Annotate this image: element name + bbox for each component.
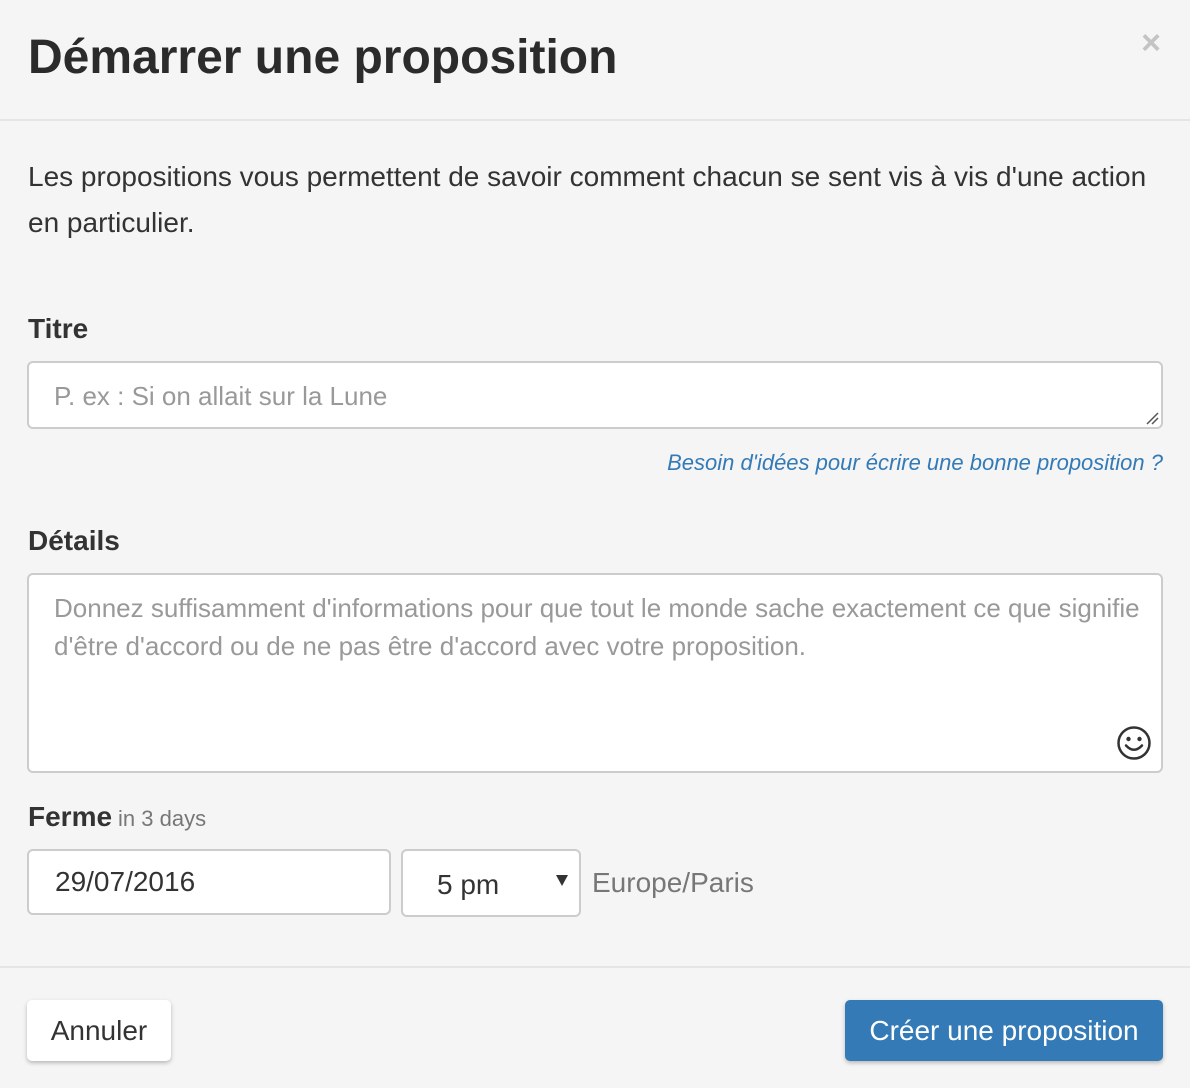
title-input[interactable]: P. ex : Si on allait sur la Lune — [27, 361, 1163, 429]
details-label: Détails — [28, 525, 120, 556]
details-textarea[interactable]: Donnez suffisamment d'informations pour … — [27, 573, 1163, 773]
modal-footer: Annuler Créer une proposition — [0, 966, 1190, 1088]
proposal-ideas-link[interactable]: Besoin d'idées pour écrire une bonne pro… — [667, 448, 1163, 478]
cancel-button[interactable]: Annuler — [27, 1000, 171, 1061]
create-proposal-button[interactable]: Créer une proposition — [845, 1000, 1163, 1061]
timezone-text: Europe/Paris — [592, 867, 754, 898]
closes-label: Ferme in 3 days — [28, 800, 206, 836]
closes-hint: in 3 days — [118, 806, 207, 831]
intro-text: Les propositions vous permettent de savo… — [28, 161, 1147, 238]
title-placeholder: P. ex : Si on allait sur la Lune — [54, 381, 388, 411]
close-date-input[interactable]: 29/07/2016 — [27, 849, 391, 915]
close-time-value: 5 pm — [437, 869, 500, 900]
details-placeholder: Donnez suffisamment d'informations pour … — [54, 593, 1140, 661]
caret-down-icon — [556, 875, 568, 886]
title-label: Titre — [28, 313, 89, 344]
resize-grip-icon[interactable] — [1145, 411, 1159, 425]
close-icon[interactable]: × — [1138, 26, 1164, 60]
smiley-icon[interactable] — [1116, 725, 1152, 761]
close-time-select[interactable]: 5 pm — [401, 849, 581, 917]
modal-title: Démarrer une proposition — [28, 31, 618, 84]
closes-label-text: Ferme — [28, 801, 113, 832]
modal-header: Démarrer une proposition × — [0, 0, 1190, 121]
start-proposal-modal: Démarrer une proposition × Les propositi… — [0, 0, 1190, 1088]
